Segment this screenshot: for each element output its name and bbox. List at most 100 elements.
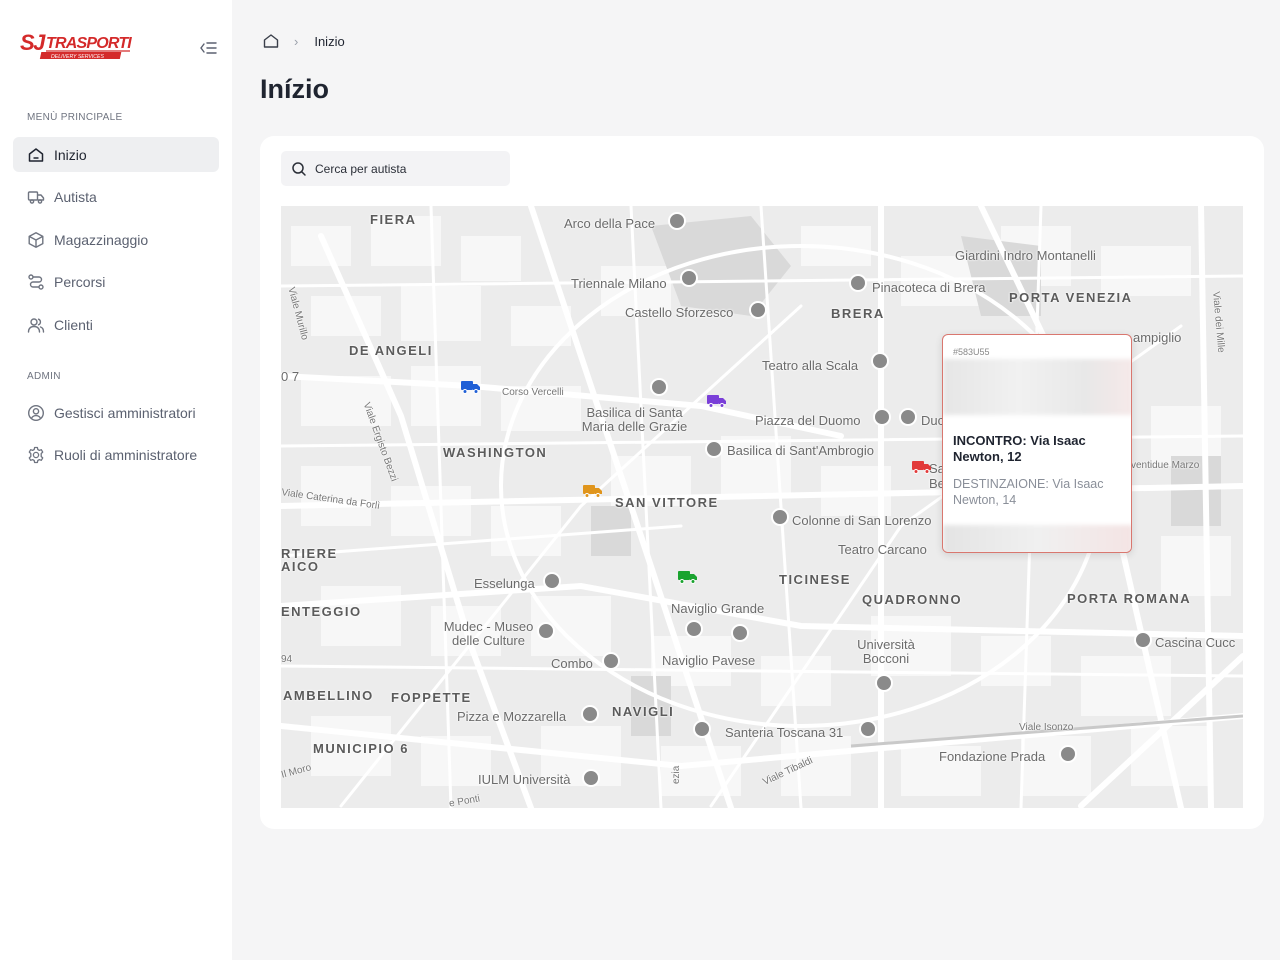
- map-label: MUNICIPIO 6: [313, 741, 409, 756]
- map-label: FIERA: [370, 212, 417, 227]
- truck-blue-marker[interactable]: [461, 380, 481, 394]
- users-icon: [27, 316, 45, 334]
- breadcrumb-home-icon[interactable]: [262, 32, 280, 50]
- truck-red-marker[interactable]: [912, 460, 932, 474]
- admin-section-label: ADMIN: [27, 371, 61, 382]
- map-label: ampiglio: [1133, 330, 1182, 345]
- camera-pin-icon[interactable]: [873, 408, 891, 426]
- map-card: FIERA Arco della Pace Giardini Indro Mon…: [260, 136, 1264, 829]
- main-menu-label: MENÙ PRINCIPALE: [27, 112, 123, 123]
- truck-green-marker[interactable]: [678, 570, 698, 584]
- map-label: Esselunga: [474, 576, 535, 591]
- map-label: Triennale Milano: [571, 276, 667, 291]
- map-label: Castello Sforzesco: [625, 305, 734, 320]
- search-icon: [291, 161, 307, 177]
- map-label: 94: [281, 654, 293, 665]
- map-label: Basilica di Santa Maria delle Grazie: [581, 405, 688, 434]
- destination-address: DESTINZAIONE: Via Isaac Newton, 14: [953, 477, 1104, 507]
- map-label: Mudec - Museo delle Culture: [443, 619, 534, 648]
- map-label: Santeria Toscana 31: [725, 725, 844, 740]
- camera-pin-icon[interactable]: [771, 508, 789, 526]
- church-pin-icon[interactable]: [705, 440, 723, 458]
- map-label: AICO: [281, 559, 320, 574]
- restaurant-pin-icon[interactable]: [859, 720, 877, 738]
- map-label: Arco della Pace: [564, 216, 656, 231]
- sidebar-item-ruoli-amministratore[interactable]: Ruoli di amministratore: [13, 437, 219, 472]
- map-label: ventidue Marzo: [1131, 460, 1200, 471]
- breadcrumb: › Inizio: [262, 32, 345, 50]
- map-view[interactable]: FIERA Arco della Pace Giardini Indro Mon…: [281, 206, 1243, 808]
- map-label: SAN VITTORE: [615, 495, 719, 510]
- map-label: Cascina Cucc: [1155, 635, 1236, 650]
- truck-orange-marker[interactable]: [583, 484, 603, 498]
- map-label: Basilica di Sant'Ambrogio: [727, 443, 874, 458]
- blurred-image: [943, 359, 1131, 415]
- sidebar-item-gestisci-amministratori[interactable]: Gestisci amministratori: [13, 395, 219, 430]
- church-pin-icon[interactable]: [899, 408, 917, 426]
- map-label: Combo: [551, 656, 593, 671]
- map-label: AMBELLINO: [283, 688, 374, 703]
- home-icon: [27, 146, 45, 164]
- search-input[interactable]: [315, 161, 495, 176]
- sidebar-item-clienti[interactable]: Clienti: [13, 307, 219, 342]
- sidebar-item-label: Ruoli di amministratore: [54, 446, 198, 463]
- map-label: IULM Università: [478, 772, 571, 787]
- driver-search[interactable]: [281, 151, 510, 186]
- camera-pin-icon[interactable]: [685, 620, 703, 638]
- museum-pin-icon[interactable]: [1059, 745, 1077, 763]
- sidebar-item-label: Autista: [54, 188, 97, 205]
- gear-icon: [27, 446, 45, 464]
- shop-pin-icon[interactable]: [543, 572, 561, 590]
- church-pin-icon[interactable]: [650, 378, 668, 396]
- blurred-footer: [943, 525, 1131, 552]
- svg-text:DELIVERY SERVICES: DELIVERY SERVICES: [51, 54, 104, 60]
- sidebar-item-inizio[interactable]: Inizio: [13, 137, 219, 172]
- castle-pin-icon[interactable]: [749, 301, 767, 319]
- truck-purple-marker[interactable]: [707, 394, 727, 408]
- map-label: TICINESE: [779, 572, 851, 587]
- map-label: Fondazione Prada: [939, 749, 1046, 764]
- map-label: Piazza del Duomo: [755, 413, 861, 428]
- map-label: NAVIGLI: [612, 704, 675, 719]
- sidebar-item-magazzinaggio[interactable]: Magazzinaggio: [13, 222, 219, 257]
- truck-icon: [27, 188, 45, 206]
- location-pin-icon[interactable]: [1134, 631, 1152, 649]
- map-label: Pinacoteca di Brera: [872, 280, 986, 295]
- sidebar-item-label: Magazzinaggio: [54, 231, 149, 248]
- pickup-address: INCONTRO: Via Isaac Newton, 12: [953, 433, 1086, 464]
- map-label: FOPPETTE: [391, 690, 472, 705]
- map-label: QUADRONNO: [862, 592, 963, 607]
- collapse-sidebar-icon[interactable]: [198, 38, 218, 58]
- museum-pin-icon[interactable]: [537, 622, 555, 640]
- map-label: Giardini Indro Montanelli: [955, 248, 1096, 263]
- map-label: DE ANGELI: [349, 343, 433, 358]
- museum-pin-icon[interactable]: [849, 274, 867, 292]
- school-pin-icon[interactable]: [875, 674, 893, 692]
- map-label: Corso Vercelli: [502, 387, 564, 398]
- museum-pin-icon[interactable]: [668, 212, 686, 230]
- map-label: Naviglio Grande: [671, 601, 765, 616]
- museum-pin-icon[interactable]: [680, 269, 698, 287]
- sidebar-item-label: Percorsi: [54, 273, 106, 290]
- chevron-right-icon: ›: [294, 33, 299, 49]
- user-circle-icon: [27, 404, 45, 422]
- theater-pin-icon[interactable]: [871, 352, 889, 370]
- school-pin-icon[interactable]: [582, 769, 600, 787]
- sidebar-item-percorsi[interactable]: Percorsi: [13, 264, 219, 299]
- delivery-popup[interactable]: #583U55 INCONTRO: Via Isaac Newton, 12 D…: [942, 334, 1132, 553]
- map-label: Naviglio Pavese: [662, 653, 756, 668]
- shop-pin-icon[interactable]: [602, 652, 620, 670]
- camera-pin-icon[interactable]: [731, 624, 749, 642]
- route-icon: [27, 273, 45, 291]
- brand-logo[interactable]: SJ TRASPORTI DELIVERY SERVICES: [18, 30, 138, 62]
- location-pin-icon[interactable]: [693, 720, 711, 738]
- map-label: Università Bocconi: [857, 637, 915, 666]
- map-label: Teatro Carcano: [838, 542, 927, 557]
- sidebar-item-label: Inizio: [54, 146, 87, 163]
- sidebar-item-autista[interactable]: Autista: [13, 179, 219, 214]
- svg-text:TRASPORTI: TRASPORTI: [46, 35, 132, 52]
- restaurant-pin-icon[interactable]: [581, 705, 599, 723]
- svg-text:SJ: SJ: [20, 30, 46, 55]
- breadcrumb-current[interactable]: Inizio: [314, 34, 344, 49]
- map-label: ENTEGGIO: [281, 604, 362, 619]
